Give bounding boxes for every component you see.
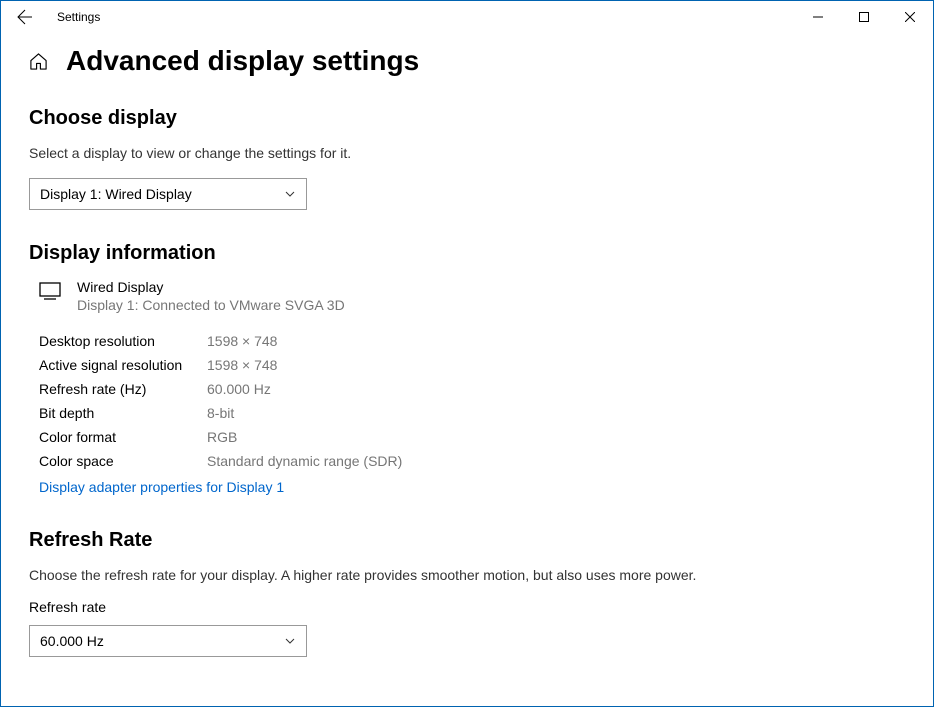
chevron-down-icon: [284, 635, 296, 647]
page-header: Advanced display settings: [29, 45, 905, 77]
minimize-icon: [813, 12, 823, 22]
close-button[interactable]: [887, 1, 933, 33]
refresh-rate-dropdown[interactable]: 60.000 Hz: [29, 625, 307, 657]
monitor-icon: [39, 282, 61, 313]
spec-value: Standard dynamic range (SDR): [207, 453, 402, 469]
spec-label: Bit depth: [39, 405, 207, 421]
spec-label: Color space: [39, 453, 207, 469]
spec-row: Active signal resolution 1598 × 748: [39, 357, 905, 373]
titlebar: Settings: [1, 1, 933, 33]
choose-display-section: Choose display Select a display to view …: [29, 107, 905, 210]
window-controls: [795, 1, 933, 33]
back-button[interactable]: [9, 1, 41, 33]
spec-value: 60.000 Hz: [207, 381, 271, 397]
page-title: Advanced display settings: [66, 45, 419, 77]
display-information-section: Display information Wired Display Displa…: [29, 242, 905, 497]
refresh-rate-value: 60.000 Hz: [40, 633, 104, 649]
spec-row: Refresh rate (Hz) 60.000 Hz: [39, 381, 905, 397]
minimize-button[interactable]: [795, 1, 841, 33]
spec-row: Desktop resolution 1598 × 748: [39, 333, 905, 349]
display-selector-value: Display 1: Wired Display: [40, 186, 192, 202]
window-title: Settings: [57, 10, 100, 24]
spec-value: RGB: [207, 429, 237, 445]
spec-label: Color format: [39, 429, 207, 445]
choose-display-description: Select a display to view or change the s…: [29, 144, 905, 164]
display-information-heading: Display information: [29, 242, 905, 265]
display-connection: Display 1: Connected to VMware SVGA 3D: [77, 297, 345, 313]
display-card: Wired Display Display 1: Connected to VM…: [39, 279, 905, 313]
display-name: Wired Display: [77, 279, 345, 295]
spec-row: Color format RGB: [39, 429, 905, 445]
maximize-button[interactable]: [841, 1, 887, 33]
content-area: Advanced display settings Choose display…: [1, 33, 933, 657]
maximize-icon: [859, 12, 869, 22]
spec-value: 1598 × 748: [207, 333, 277, 349]
chevron-down-icon: [284, 188, 296, 200]
spec-label: Active signal resolution: [39, 357, 207, 373]
spec-label: Refresh rate (Hz): [39, 381, 207, 397]
spec-row: Bit depth 8-bit: [39, 405, 905, 421]
choose-display-heading: Choose display: [29, 107, 905, 130]
close-icon: [905, 12, 915, 22]
refresh-rate-section: Refresh Rate Choose the refresh rate for…: [29, 529, 905, 658]
spec-value: 1598 × 748: [207, 357, 277, 373]
refresh-rate-heading: Refresh Rate: [29, 529, 905, 552]
display-adapter-link[interactable]: Display adapter properties for Display 1: [39, 479, 284, 495]
spec-list: Desktop resolution 1598 × 748 Active sig…: [29, 333, 905, 469]
home-icon[interactable]: [29, 52, 48, 71]
arrow-left-icon: [17, 9, 33, 25]
display-selector-dropdown[interactable]: Display 1: Wired Display: [29, 178, 307, 210]
spec-value: 8-bit: [207, 405, 234, 421]
spec-label: Desktop resolution: [39, 333, 207, 349]
refresh-rate-description: Choose the refresh rate for your display…: [29, 566, 905, 586]
refresh-rate-label: Refresh rate: [29, 599, 905, 615]
spec-row: Color space Standard dynamic range (SDR): [39, 453, 905, 469]
